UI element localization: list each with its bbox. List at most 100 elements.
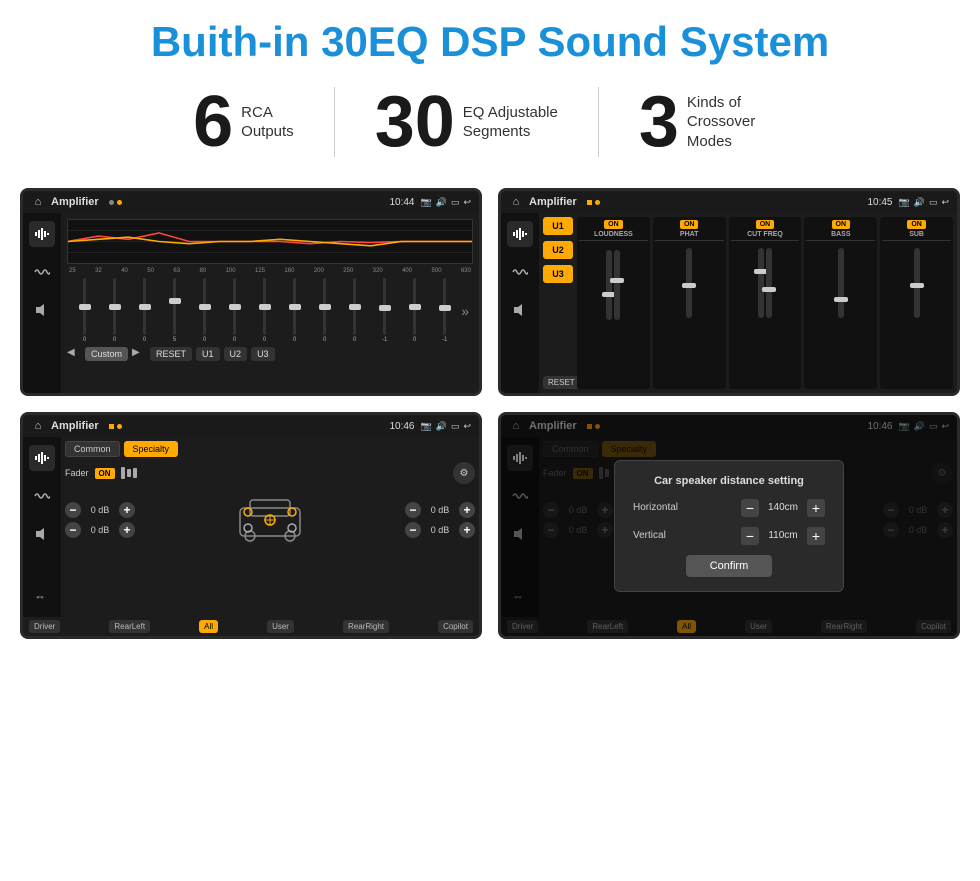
- stat-crossover-number: 3: [639, 86, 679, 158]
- rearright-btn[interactable]: RearRight: [343, 620, 389, 633]
- back-icon-3[interactable]: ↩: [463, 421, 471, 432]
- fader-bar-3: [133, 468, 137, 478]
- horizontal-label: Horizontal: [633, 502, 693, 513]
- app-name-2: Amplifier: [529, 196, 577, 208]
- stats-row: 6 RCAOutputs 30 EQ AdjustableSegments 3 …: [0, 76, 980, 178]
- eq-reset-btn[interactable]: RESET: [150, 347, 192, 361]
- loudness-slider-l[interactable]: [606, 250, 612, 320]
- prev-btn[interactable]: ◀: [67, 347, 81, 361]
- confirm-button[interactable]: Confirm: [686, 555, 773, 577]
- status-dots-2: [587, 200, 600, 205]
- driver-btn[interactable]: Driver: [29, 620, 60, 633]
- vertical-minus[interactable]: −: [741, 527, 759, 545]
- back-icon-2[interactable]: ↩: [941, 197, 949, 208]
- dialog-box: Car speaker distance setting Horizontal …: [614, 460, 844, 592]
- dot-4: [117, 424, 122, 429]
- vertical-plus[interactable]: +: [807, 527, 825, 545]
- sidebar-speaker-icon-2[interactable]: [507, 297, 533, 323]
- sidebar-wave-icon-2[interactable]: [507, 259, 533, 285]
- vol-tr-plus[interactable]: +: [459, 502, 475, 518]
- fader-on-badge[interactable]: ON: [95, 468, 115, 479]
- vol-br-plus[interactable]: +: [459, 522, 475, 538]
- ch-phat-on[interactable]: ON: [680, 220, 699, 229]
- tab-specialty[interactable]: Specialty: [124, 441, 179, 457]
- freq-25: 25: [69, 268, 76, 274]
- loudness-slider-r[interactable]: [614, 250, 620, 320]
- camera-icon-1: 📷: [421, 197, 432, 208]
- sidebar-eq-icon-2[interactable]: [507, 221, 533, 247]
- preset-u1[interactable]: U1: [543, 217, 573, 235]
- sidebar-wave-icon[interactable]: [29, 259, 55, 285]
- settings-icon[interactable]: ⚙: [460, 468, 469, 479]
- horizontal-plus[interactable]: +: [807, 499, 825, 517]
- sidebar-speaker-icon[interactable]: [29, 297, 55, 323]
- sidebar-speaker-icon-3[interactable]: [29, 521, 55, 547]
- eq-slider-13[interactable]: -1: [431, 278, 458, 343]
- eq-slider-8[interactable]: 0: [281, 278, 308, 343]
- dot-3: [595, 200, 600, 205]
- cutfreq-slider-l[interactable]: [758, 248, 764, 318]
- phat-slider[interactable]: [686, 248, 692, 318]
- sidebar-eq-icon[interactable]: [29, 221, 55, 247]
- eq-custom-btn[interactable]: Custom: [85, 347, 128, 361]
- amp-presets: U1 U2 U3 RESET: [543, 217, 573, 389]
- eq-slider-6[interactable]: 0: [221, 278, 248, 343]
- eq-graph: [67, 219, 473, 264]
- eq-slider-4[interactable]: 5: [161, 278, 188, 343]
- eq-u2-btn[interactable]: U2: [224, 347, 248, 361]
- user-btn[interactable]: User: [267, 620, 294, 633]
- eq-slider-3[interactable]: 0: [131, 278, 158, 343]
- eq-u1-btn[interactable]: U1: [196, 347, 220, 361]
- eq-more-icon[interactable]: »: [461, 303, 469, 319]
- eq-u3-btn[interactable]: U3: [251, 347, 275, 361]
- home-icon-3[interactable]: ⌂: [31, 419, 45, 433]
- vol-tl-plus[interactable]: +: [119, 502, 135, 518]
- sidebar-wave-icon-3[interactable]: [29, 483, 55, 509]
- eq-slider-5[interactable]: 0: [191, 278, 218, 343]
- copilot-btn[interactable]: Copilot: [438, 620, 473, 633]
- eq-slider-11[interactable]: -1: [371, 278, 398, 343]
- home-icon-1[interactable]: ⌂: [31, 195, 45, 209]
- status-icons-2: 📷 🔊 ▭ ↩: [899, 197, 950, 208]
- freq-630: 630: [461, 268, 471, 274]
- volume-icon-1: 🔊: [436, 197, 447, 208]
- ch-sub-on[interactable]: ON: [907, 220, 926, 229]
- vol-bl-minus[interactable]: −: [65, 522, 81, 538]
- eq-main: 25 32 40 50 63 80 100 125 160 200 250 32…: [61, 213, 479, 393]
- cutfreq-slider-r[interactable]: [766, 248, 772, 318]
- ch-cutfreq-on[interactable]: ON: [756, 220, 775, 229]
- home-icon-2[interactable]: ⌂: [509, 195, 523, 209]
- sidebar-arrows-icon[interactable]: ⇔: [29, 583, 55, 609]
- eq-slider-1[interactable]: 0: [71, 278, 98, 343]
- eq-slider-2[interactable]: 0: [101, 278, 128, 343]
- left-sidebar-3: ⇔: [23, 437, 61, 617]
- vol-br-minus[interactable]: −: [405, 522, 421, 538]
- ch-sub: ON SUB: [880, 217, 953, 389]
- window-icon-1: ▭: [451, 197, 460, 208]
- back-icon-1[interactable]: ↩: [463, 197, 471, 208]
- dot-sq-3: [109, 424, 114, 429]
- vol-br-value: 0 dB: [425, 525, 455, 535]
- preset-u3[interactable]: U3: [543, 265, 573, 283]
- bass-slider[interactable]: [838, 248, 844, 318]
- eq-slider-10[interactable]: 0: [341, 278, 368, 343]
- eq-slider-12[interactable]: 0: [401, 278, 428, 343]
- amp-reset-btn[interactable]: RESET: [543, 376, 580, 389]
- vol-tl-minus[interactable]: −: [65, 502, 81, 518]
- preset-u2[interactable]: U2: [543, 241, 573, 259]
- crossover-body: − 0 dB + − 0 dB +: [65, 490, 475, 550]
- sub-slider[interactable]: [914, 248, 920, 318]
- vol-tr-minus[interactable]: −: [405, 502, 421, 518]
- tab-common[interactable]: Common: [65, 441, 120, 457]
- vol-bl-plus[interactable]: +: [119, 522, 135, 538]
- horizontal-minus[interactable]: −: [741, 499, 759, 517]
- sidebar-eq-icon-3[interactable]: [29, 445, 55, 471]
- ch-loudness-on[interactable]: ON: [604, 220, 623, 229]
- status-bar-1: ⌂ Amplifier 10:44 📷 🔊 ▭ ↩: [23, 191, 479, 213]
- rearleft-btn[interactable]: RearLeft: [109, 620, 150, 633]
- eq-slider-7[interactable]: 0: [251, 278, 278, 343]
- next-btn[interactable]: ▶: [132, 347, 146, 361]
- ch-bass-on[interactable]: ON: [832, 220, 851, 229]
- all-btn[interactable]: All: [199, 620, 218, 633]
- eq-slider-9[interactable]: 0: [311, 278, 338, 343]
